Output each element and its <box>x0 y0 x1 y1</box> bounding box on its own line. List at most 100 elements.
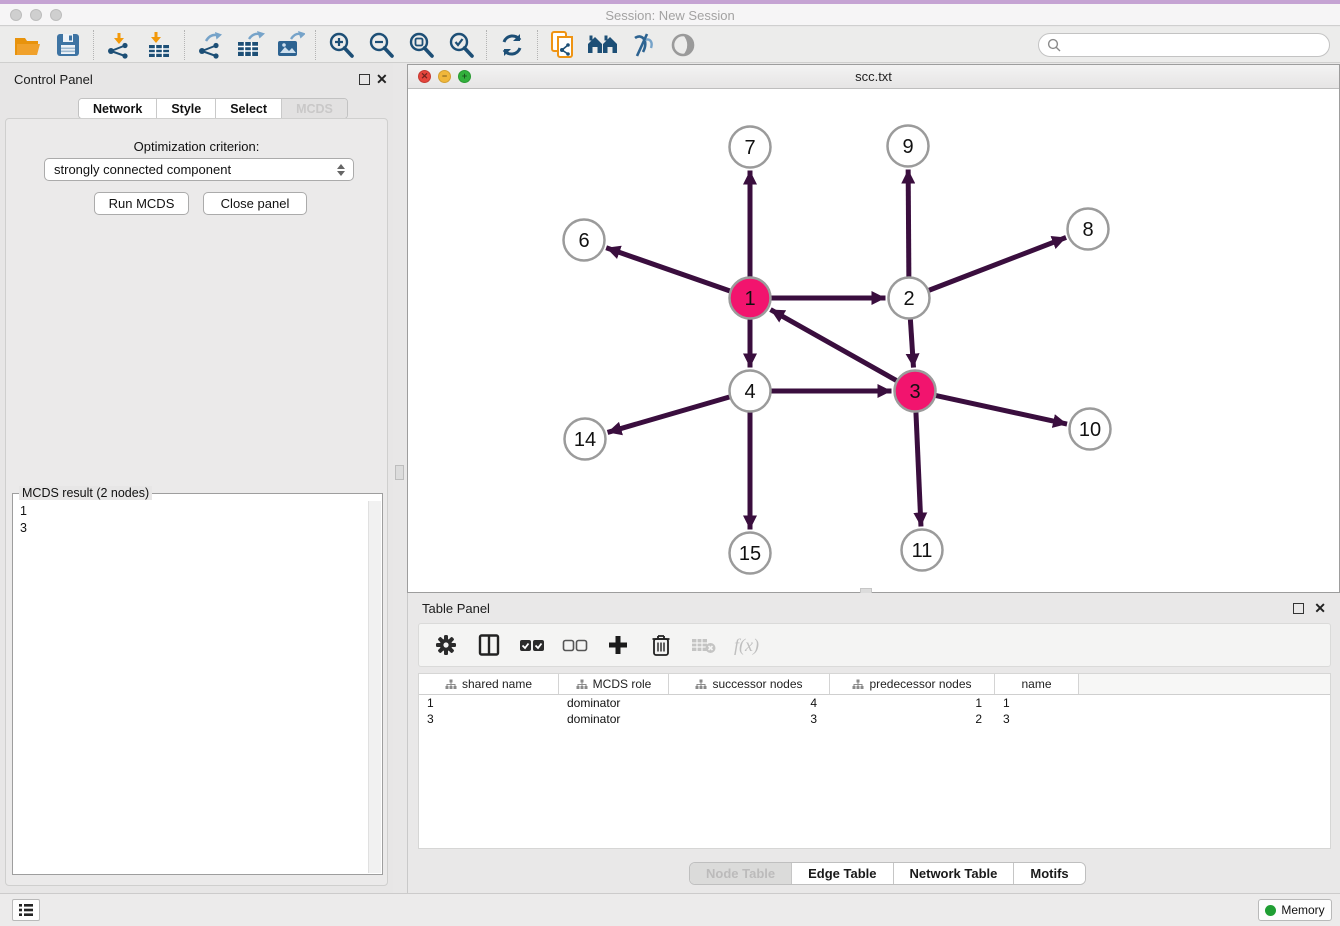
node-11[interactable]: 11 <box>902 530 943 571</box>
cell-name[interactable]: 1 <box>995 695 1079 711</box>
zoom-out-button[interactable] <box>361 29 401 61</box>
add-column-button[interactable] <box>605 632 631 658</box>
column-header-shared-name[interactable]: shared name <box>419 674 559 694</box>
export-table-icon <box>235 31 265 59</box>
delete-table-button[interactable] <box>691 632 717 658</box>
tab-mcds[interactable]: MCDS <box>282 99 347 118</box>
node-7[interactable]: 7 <box>730 127 771 168</box>
column-header-predecessor-nodes[interactable]: predecessor nodes <box>830 674 995 694</box>
column-header-successor-nodes[interactable]: successor nodes <box>669 674 830 694</box>
import-network-button[interactable] <box>99 29 139 61</box>
edge-4-14[interactable] <box>608 397 730 432</box>
mcds-result-list[interactable]: 13 <box>14 501 368 873</box>
zoom-in-button[interactable] <box>321 29 361 61</box>
select-stepper-icon <box>333 162 348 178</box>
search-input[interactable] <box>1061 36 1329 54</box>
run-mcds-button[interactable]: Run MCDS <box>94 192 189 215</box>
edge-2-9[interactable] <box>908 169 909 276</box>
apply-layout-button[interactable] <box>583 29 623 61</box>
zoom-fit-button[interactable] <box>401 29 441 61</box>
column-header-name[interactable]: name <box>995 674 1079 694</box>
network-canvas[interactable]: 7 9 6 8 1 2 4 3 14 10 15 11 <box>408 90 1339 592</box>
cell-successor-nodes[interactable]: 4 <box>669 695 830 711</box>
refresh-view-button[interactable] <box>492 29 532 61</box>
tab-node-table[interactable]: Node Table <box>690 863 792 884</box>
save-session-button[interactable] <box>48 29 88 61</box>
home-layout-icon <box>587 32 619 58</box>
cell-shared-name[interactable]: 1 <box>419 695 559 711</box>
tab-network[interactable]: Network <box>79 99 157 118</box>
cell-shared-name[interactable]: 3 <box>419 711 559 727</box>
edge-2-3[interactable] <box>910 319 913 367</box>
gear-icon <box>435 634 457 656</box>
plus-icon <box>607 634 629 656</box>
vertical-split-handle[interactable] <box>395 465 404 480</box>
cell-MCDS-role[interactable]: dominator <box>559 711 669 727</box>
node-8[interactable]: 8 <box>1068 209 1109 250</box>
node-9[interactable]: 9 <box>888 126 929 167</box>
birdseye-view-button[interactable] <box>663 29 703 61</box>
table-options-button[interactable] <box>433 632 459 658</box>
result-scrollbar[interactable] <box>368 501 381 873</box>
column-header-MCDS-role[interactable]: MCDS role <box>559 674 669 694</box>
edge-1-6[interactable] <box>606 248 730 291</box>
select-all-columns-button[interactable] <box>519 632 545 658</box>
float-panel-icon[interactable] <box>359 74 370 85</box>
close-table-panel-icon[interactable]: ✕ <box>1314 600 1326 616</box>
tab-edge-table[interactable]: Edge Table <box>792 863 893 884</box>
cell-predecessor-nodes[interactable]: 2 <box>830 711 995 727</box>
cell-MCDS-role[interactable]: dominator <box>559 695 669 711</box>
table-row[interactable]: 1dominator411 <box>419 695 1330 711</box>
function-builder-button[interactable]: f(x) <box>734 632 759 658</box>
control-panel-title: Control Panel <box>14 72 93 87</box>
table-row[interactable]: 3dominator323 <box>419 711 1330 727</box>
edge-3-10[interactable] <box>936 396 1067 424</box>
table-panel: Table Panel ✕ f(x) shared nameMCDS roles <box>407 593 1340 893</box>
edge-3-11[interactable] <box>916 412 921 526</box>
tab-style[interactable]: Style <box>157 99 216 118</box>
open-session-button[interactable] <box>8 29 48 61</box>
node-14[interactable]: 14 <box>565 419 606 460</box>
node-table[interactable]: shared nameMCDS rolesuccessor nodesprede… <box>418 673 1331 849</box>
fx-icon: f(x) <box>734 635 759 656</box>
export-network-button[interactable] <box>190 29 230 61</box>
node-4[interactable]: 4 <box>730 371 771 412</box>
delete-columns-button[interactable] <box>648 632 674 658</box>
export-image-button[interactable] <box>270 29 310 61</box>
node-15[interactable]: 15 <box>730 533 771 574</box>
node-6[interactable]: 6 <box>564 220 605 261</box>
network-frame-titlebar[interactable]: ✕ − + scc.txt <box>408 65 1339 89</box>
close-panel-icon[interactable]: ✕ <box>376 71 388 87</box>
export-table-button[interactable] <box>230 29 270 61</box>
clone-network-button[interactable] <box>543 29 583 61</box>
float-table-panel-icon[interactable] <box>1293 603 1304 614</box>
import-table-button[interactable] <box>139 29 179 61</box>
edge-2-8[interactable] <box>929 237 1066 290</box>
memory-button[interactable]: Memory <box>1258 899 1332 921</box>
node-1[interactable]: 1 <box>730 278 771 319</box>
checked-boxes-icon <box>519 637 545 653</box>
cell-name[interactable]: 3 <box>995 711 1079 727</box>
show-columns-button[interactable] <box>476 632 502 658</box>
network-graph[interactable]: 7 9 6 8 1 2 4 3 14 10 15 11 <box>408 90 1339 592</box>
node-label: 2 <box>903 288 914 310</box>
node-2[interactable]: 2 <box>889 278 930 319</box>
tab-motifs[interactable]: Motifs <box>1014 863 1084 884</box>
table-tabs: Node TableEdge TableNetwork TableMotifs <box>689 862 1086 885</box>
edge-3-1[interactable] <box>770 310 896 381</box>
optimization-criterion-label: Optimization criterion: <box>0 139 393 154</box>
tab-network-table[interactable]: Network Table <box>894 863 1015 884</box>
node-10[interactable]: 10 <box>1070 409 1111 450</box>
cell-predecessor-nodes[interactable]: 1 <box>830 695 995 711</box>
close-panel-button[interactable]: Close panel <box>203 192 307 215</box>
cell-successor-nodes[interactable]: 3 <box>669 711 830 727</box>
tab-select[interactable]: Select <box>216 99 282 118</box>
task-history-button[interactable] <box>12 899 40 921</box>
unselect-all-columns-button[interactable] <box>562 632 588 658</box>
zoom-fit-icon <box>407 31 435 59</box>
hide-graphics-details-button[interactable] <box>623 29 663 61</box>
zoom-selected-button[interactable] <box>441 29 481 61</box>
search-field[interactable] <box>1038 33 1330 57</box>
optimization-criterion-select[interactable]: strongly connected component <box>44 158 354 181</box>
node-3[interactable]: 3 <box>895 371 936 412</box>
